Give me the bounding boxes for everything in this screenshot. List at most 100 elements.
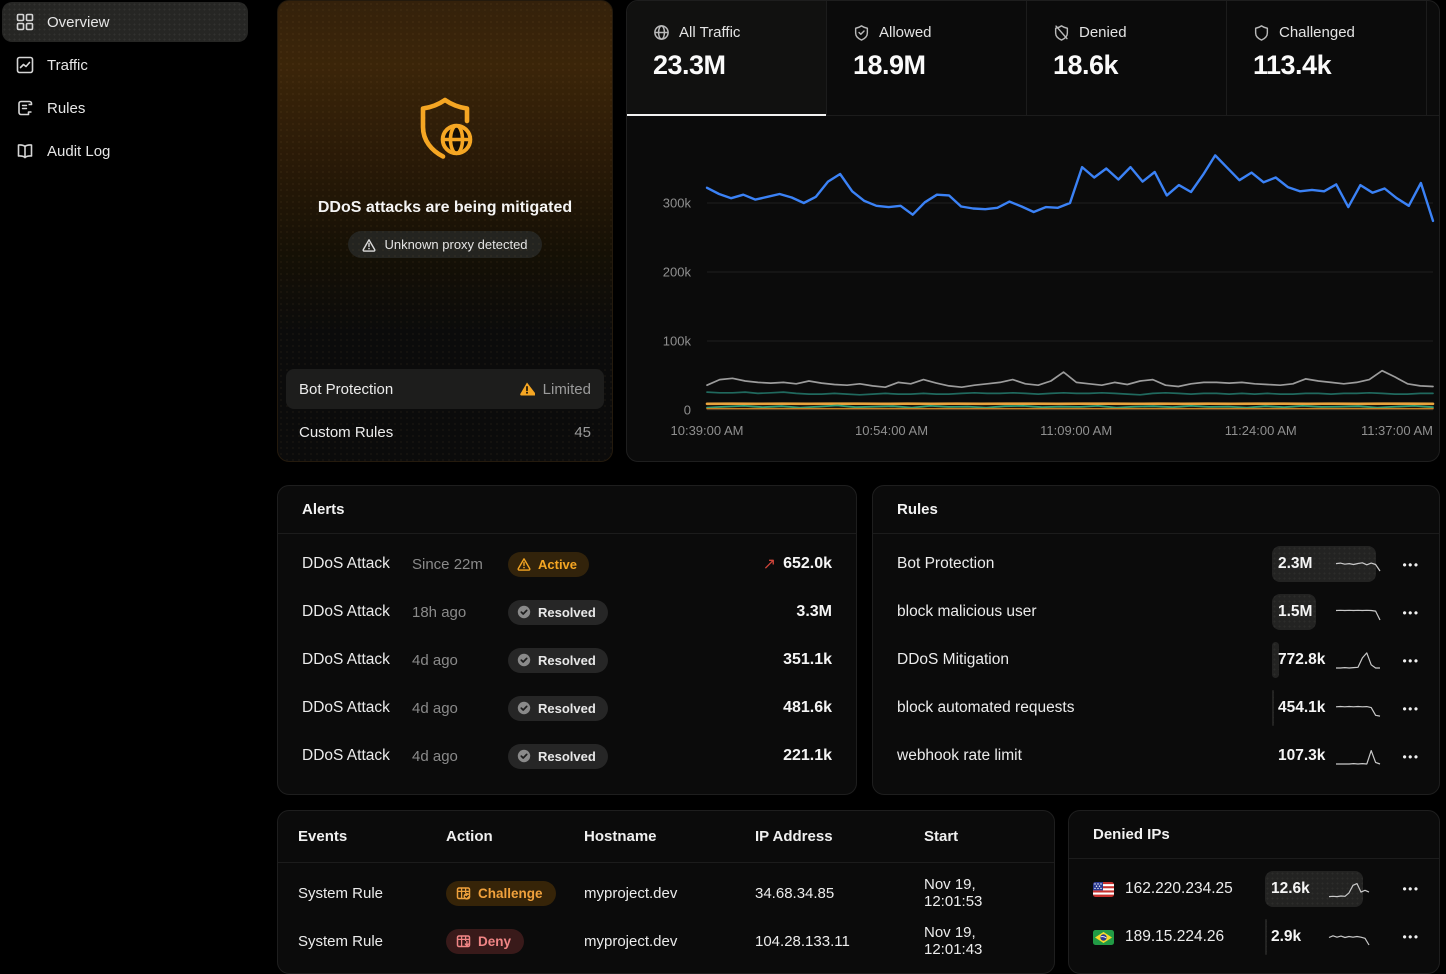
shield-check-icon [853,24,870,41]
denied-ip-row[interactable]: 162.220.234.25 12.6k [1093,865,1422,913]
ip-address: 162.220.234.25 [1125,880,1233,898]
column-header: Hostname [584,828,755,845]
row-menu-button[interactable] [1400,928,1422,946]
row-menu-button[interactable] [1400,880,1422,898]
events-header-row: Events Action Hostname IP Address Start [278,811,1054,863]
rule-row[interactable]: webhook rate limit 107.3k [897,732,1422,780]
rule-value: 454.1k [1278,699,1334,717]
grid-icon [16,13,34,31]
rule-row[interactable]: Bot Protection 2.3M [897,540,1422,588]
globe-icon [653,24,670,41]
row-menu-button[interactable] [1400,652,1422,669]
traffic-chart-card: All Traffic 23.3M Allowed 18.9M Denied 1… [626,0,1440,462]
sparkline [1334,600,1382,624]
sidebar-item-label: Overview [47,14,110,31]
column-header: Action [446,828,584,845]
sparkline [1334,648,1382,672]
sparkline [1334,696,1382,720]
check-circle-icon [517,605,531,619]
alert-row[interactable]: DDoS Attack 18h ago Resolved 3.3M [302,588,832,636]
value-bar [1272,690,1274,726]
sidebar-item-traffic[interactable]: Traffic [2,45,248,85]
row-menu-button[interactable] [1400,556,1422,573]
shield-slash-icon [1053,24,1070,41]
captcha-check-icon [456,886,471,901]
custom-rules-count: 45 [574,424,591,441]
sparkline [1334,552,1382,576]
events-card: Events Action Hostname IP Address Start … [277,810,1055,974]
warning-filled-icon [519,381,535,397]
column-header: Events [298,828,446,845]
denied-ip-row[interactable]: 189.15.224.26 2.9k [1093,913,1422,961]
status-rows: Bot Protection Limited Custom Rules 45 [286,366,604,452]
tab-value: 18.9M [853,50,1026,81]
sparkline [1327,877,1371,901]
svg-text:10:54:00 AM: 10:54:00 AM [855,423,928,438]
warning-icon [517,557,531,571]
alert-row[interactable]: DDoS Attack Since 22m Active 652.0k [302,540,832,588]
table-row[interactable]: System Rule Deny myproject.dev 104.28.13… [278,917,1054,965]
tab-denied[interactable]: Denied 18.6k [1027,1,1227,115]
rules-card: Rules Bot Protection 2.3M block maliciou… [872,485,1440,795]
row-menu-button[interactable] [1400,700,1422,717]
value-bar [1265,919,1267,955]
svg-text:11:37:00 AM: 11:37:00 AM [1361,423,1433,438]
row-menu-button[interactable] [1400,604,1422,621]
alert-row[interactable]: DDoS Attack 4d ago Resolved 481.6k [302,684,832,732]
sidebar: Overview Traffic Rules Audit Log [0,0,250,974]
svg-text:11:24:00 AM: 11:24:00 AM [1225,423,1297,438]
trend-up-icon [763,554,776,574]
sidebar-item-audit-log[interactable]: Audit Log [2,131,248,171]
rule-value: 107.3k [1278,747,1334,765]
bot-protection-row[interactable]: Bot Protection Limited [286,369,604,409]
tab-allowed[interactable]: Allowed 18.9M [827,1,1027,115]
captcha-deny-icon [456,934,471,949]
alert-row[interactable]: DDoS Attack 4d ago Resolved 351.1k [302,636,832,684]
row-menu-button[interactable] [1400,748,1422,765]
deny-badge: Deny [446,929,524,954]
svg-text:11:09:00 AM: 11:09:00 AM [1040,423,1112,438]
sidebar-item-overview[interactable]: Overview [2,2,248,42]
svg-text:100k: 100k [663,334,692,349]
alert-row[interactable]: DDoS Attack 4d ago Resolved 221.1k [302,732,832,780]
shield-icon [1253,24,1270,41]
status-badge: Resolved [508,648,608,673]
rule-row[interactable]: block automated requests 454.1k [897,684,1422,732]
ddos-dashboard: Overview Traffic Rules Audit Log DDoS at… [0,0,1446,974]
check-circle-icon [517,653,531,667]
tab-all-traffic[interactable]: All Traffic 23.3M [627,1,827,115]
check-circle-icon [517,749,531,763]
bot-protection-status: Limited [543,381,591,398]
status-badge: Resolved [508,600,608,625]
sidebar-item-label: Rules [47,100,85,117]
rules-title: Rules [897,501,938,518]
denied-count: 12.6k [1271,880,1327,898]
sparkline [1327,925,1371,949]
check-circle-icon [517,701,531,715]
traffic-tabs: All Traffic 23.3M Allowed 18.9M Denied 1… [627,1,1439,116]
status-badge: Resolved [508,696,608,721]
svg-text:0: 0 [684,403,691,418]
custom-rules-row[interactable]: Custom Rules 45 [286,412,604,452]
table-row[interactable]: System Rule Challenge myproject.dev 34.6… [278,869,1054,917]
mitigation-status-card: DDoS attacks are being mitigated Unknown… [277,0,613,462]
tab-value: 113.4k [1253,50,1426,81]
tab-value: 18.6k [1053,50,1226,81]
rule-row[interactable]: DDoS Mitigation 772.8k [897,636,1422,684]
sidebar-item-label: Audit Log [47,143,110,160]
sidebar-item-label: Traffic [47,57,88,74]
rule-value: 2.3M [1278,555,1334,573]
column-header: Start [924,828,1034,845]
status-badge: Active [508,552,589,577]
scroll-icon [16,99,34,117]
us-flag-icon [1093,882,1114,897]
rule-row[interactable]: block malicious user 1.5M [897,588,1422,636]
rule-value: 772.8k [1278,651,1334,669]
denied-ips-card: Denied IPs 162.220.234.25 12.6k 189.15.2… [1068,810,1440,974]
tab-challenged[interactable]: Challenged 113.4k [1227,1,1427,115]
svg-text:200k: 200k [663,265,692,280]
svg-text:10:39:00 AM: 10:39:00 AM [671,423,744,438]
challenge-badge: Challenge [446,881,556,906]
traffic-chart: 300k200k100k010:39:00 AM10:54:00 AM11:09… [627,116,1439,462]
sidebar-item-rules[interactable]: Rules [2,88,248,128]
